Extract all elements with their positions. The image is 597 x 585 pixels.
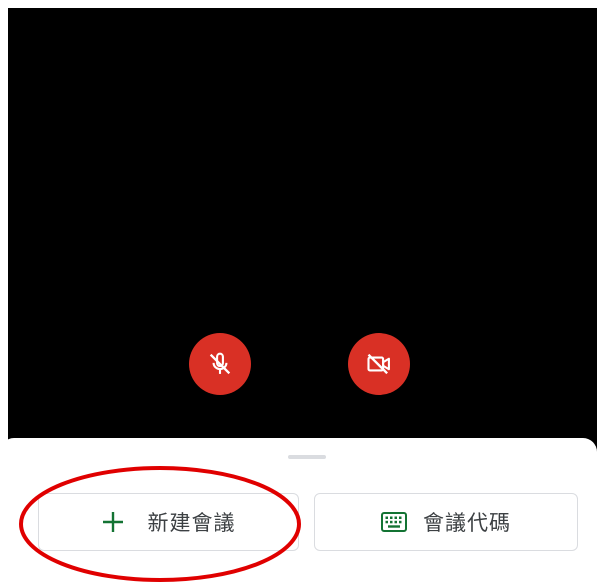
new-meeting-button[interactable]: 新建會議 <box>38 493 299 551</box>
mic-off-icon <box>206 350 234 378</box>
bottom-sheet: 新建會議 會議代碼 <box>0 438 597 585</box>
video-preview <box>8 8 597 460</box>
keyboard-icon <box>381 512 407 532</box>
mic-toggle-button[interactable] <box>189 333 251 395</box>
join-code-label: 會議代碼 <box>423 511 511 535</box>
videocam-off-icon <box>365 350 393 378</box>
camera-toggle-button[interactable] <box>348 333 410 395</box>
join-with-code-button[interactable]: 會議代碼 <box>314 493 578 551</box>
sheet-drag-handle[interactable] <box>288 455 326 459</box>
plus-icon <box>102 511 124 533</box>
new-meeting-label: 新建會議 <box>147 511 236 535</box>
